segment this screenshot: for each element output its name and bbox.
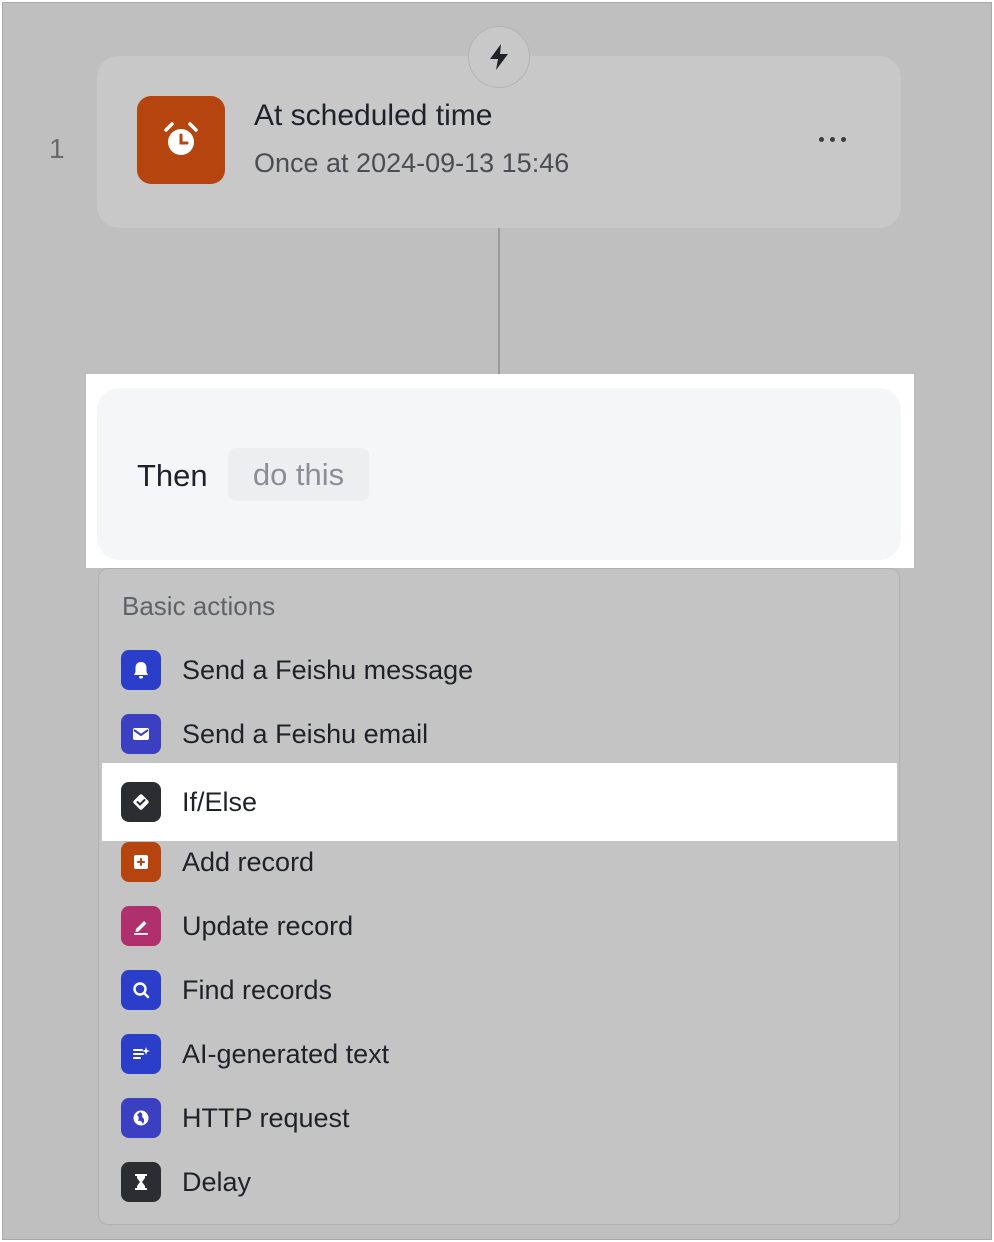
magnifier-icon: [121, 970, 161, 1010]
flow-connector: [498, 228, 500, 388]
action-menu: Basic actions Send a Feishu message Send…: [98, 568, 900, 1225]
more-dot-icon: [840, 136, 846, 142]
more-options-button[interactable]: [805, 119, 859, 159]
envelope-icon: [121, 714, 161, 754]
menu-item-send-feishu-email[interactable]: Send a Feishu email: [102, 695, 897, 773]
menu-item-label: Find records: [182, 974, 333, 1005]
check-badge-icon: [121, 782, 161, 822]
menu-item-label: Send a Feishu message: [182, 654, 474, 685]
menu-item-label: Send a Feishu email: [182, 718, 429, 749]
step-number: 1: [49, 133, 65, 164]
do-this-placeholder[interactable]: do this: [228, 448, 369, 501]
bell-icon: [121, 650, 161, 690]
alarm-clock-icon: [137, 96, 225, 184]
ai-text-icon: [121, 1034, 161, 1074]
menu-item-label: AI-generated text: [182, 1038, 390, 1069]
more-dot-icon: [829, 136, 835, 142]
menu-item-delay[interactable]: Delay: [102, 1143, 897, 1221]
menu-section-title: Basic actions: [122, 591, 276, 621]
then-label: Then: [137, 458, 208, 493]
menu-item-label: If/Else: [182, 786, 258, 817]
trigger-title: At scheduled time: [254, 99, 493, 132]
menu-item-label: Delay: [182, 1166, 252, 1197]
plus-square-icon: [121, 842, 161, 882]
then-card[interactable]: [97, 388, 901, 560]
menu-item-label: Add record: [182, 846, 315, 877]
trigger-subtitle: Once at 2024-09-13 15:46: [254, 148, 570, 178]
workflow-canvas: 1 At scheduled time Once at 2024-09-13 1…: [2, 2, 992, 1240]
lightning-bolt-icon: [468, 26, 530, 88]
globe-icon: [121, 1098, 161, 1138]
hourglass-icon: [121, 1162, 161, 1202]
pencil-icon: [121, 906, 161, 946]
menu-item-label: Update record: [182, 910, 354, 941]
menu-item-label: HTTP request: [182, 1102, 350, 1133]
more-dot-icon: [818, 136, 824, 142]
